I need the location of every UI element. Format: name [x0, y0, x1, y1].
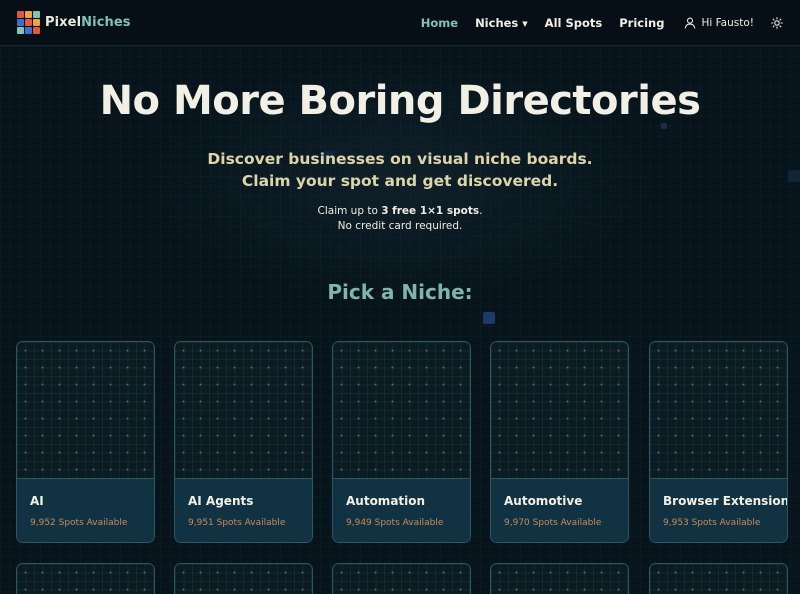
nav-home[interactable]: Home: [421, 16, 458, 30]
caret-down-icon: ▼: [522, 20, 528, 28]
niche-board-preview: [17, 342, 154, 478]
niche-card-next-row[interactable]: [332, 563, 471, 594]
hero-note-suffix: .: [479, 205, 483, 217]
logo-pixel: [17, 27, 24, 34]
niche-board-preview: [175, 342, 312, 478]
nav-niches-label: Niches: [475, 16, 519, 30]
pick-niche-heading: Pick a Niche:: [327, 280, 473, 304]
logo-pixel: [25, 27, 32, 34]
logo-pixel: [25, 19, 32, 26]
sun-icon: [771, 17, 783, 29]
brand-name-part2: Niches: [81, 15, 131, 30]
brand-logo[interactable]: PixelNiches: [17, 11, 131, 34]
niche-card-info: AI Agents 9,951 Spots Available: [175, 478, 312, 542]
brand-name-part1: Pixel: [45, 15, 82, 30]
niche-spots-available: 9,953 Spots Available: [663, 518, 761, 528]
niche-name: Automation: [346, 494, 426, 508]
niche-board-preview: [650, 564, 787, 594]
niche-spots-available: 9,952 Spots Available: [30, 518, 128, 528]
user-greeting: Hi Fausto!: [701, 17, 754, 29]
niche-board-preview: [175, 564, 312, 594]
niche-card-next-row[interactable]: [16, 563, 155, 594]
logo-pixel: [33, 27, 40, 34]
niche-card-next-row[interactable]: [174, 563, 313, 594]
niche-card-browser-extensions[interactable]: Browser Extensions 9,953 Spots Available: [649, 341, 788, 543]
theme-toggle-button[interactable]: [770, 16, 784, 30]
niche-board-preview: [491, 342, 628, 478]
logo-pixel: [33, 19, 40, 26]
niche-name: Browser Extensions: [663, 494, 788, 508]
niche-board-preview: [333, 342, 470, 478]
hero-subtitle-line1: Discover businesses on visual niche boar…: [207, 150, 593, 168]
niche-card-next-row[interactable]: [649, 563, 788, 594]
niche-spots-available: 9,970 Spots Available: [504, 518, 602, 528]
niche-card-next-row[interactable]: [490, 563, 629, 594]
top-navbar: PixelNiches Home Niches ▼ All Spots Prici…: [0, 0, 800, 46]
hero-note-bold: 3 free 1×1 spots: [381, 205, 480, 217]
logo-pixel: [25, 11, 32, 18]
nav-all-spots[interactable]: All Spots: [545, 16, 603, 30]
niche-board-preview: [17, 564, 154, 594]
niche-card-info: AI 9,952 Spots Available: [17, 478, 154, 542]
logo-pixel: [17, 11, 24, 18]
niche-card-info: Automotive 9,970 Spots Available: [491, 478, 628, 542]
hero-subtitle-line2: Claim your spot and get discovered.: [241, 172, 559, 190]
niche-board-preview: [491, 564, 628, 594]
user-menu[interactable]: Hi Fausto!: [684, 17, 754, 29]
logo-pixel: [33, 11, 40, 18]
niche-card-info: Automation 9,949 Spots Available: [333, 478, 470, 542]
nav-niches-dropdown[interactable]: Niches ▼: [475, 16, 528, 30]
niche-name: AI Agents: [188, 494, 254, 508]
niche-card-ai-agents[interactable]: AI Agents 9,951 Spots Available: [174, 341, 313, 543]
pixel-logo-icon: [17, 11, 40, 34]
niche-name: Automotive: [504, 494, 583, 508]
niche-name: AI: [30, 494, 44, 508]
hero-title: No More Boring Directories: [99, 78, 701, 124]
niche-spots-available: 9,951 Spots Available: [188, 518, 286, 528]
nav-pricing[interactable]: Pricing: [619, 16, 664, 30]
hero-subtitle: Discover businesses on visual niche boar…: [0, 148, 800, 192]
niche-board-preview: [333, 564, 470, 594]
user-icon: [685, 17, 696, 29]
niche-card-automotive[interactable]: Automotive 9,970 Spots Available: [490, 341, 629, 543]
hero-note: Claim up to 3 free 1×1 spots. No credit …: [0, 204, 800, 234]
hero-note-line1: Claim up to 3 free 1×1 spots.: [0, 204, 800, 219]
nav-links: Home Niches ▼ All Spots Pricing Hi Fausto…: [421, 0, 800, 46]
floating-pixel: [483, 312, 495, 324]
brand-name: PixelNiches: [45, 15, 131, 30]
hero-note-line2: No credit card required.: [337, 220, 463, 232]
niche-spots-available: 9,949 Spots Available: [346, 518, 444, 528]
niche-board-preview: [650, 342, 787, 478]
niche-card-automation[interactable]: Automation 9,949 Spots Available: [332, 341, 471, 543]
hero-note-prefix: Claim up to: [317, 205, 382, 217]
logo-pixel: [17, 19, 24, 26]
niche-card-info: Browser Extensions 9,953 Spots Available: [650, 478, 788, 542]
niche-card-ai[interactable]: AI 9,952 Spots Available: [16, 341, 155, 543]
